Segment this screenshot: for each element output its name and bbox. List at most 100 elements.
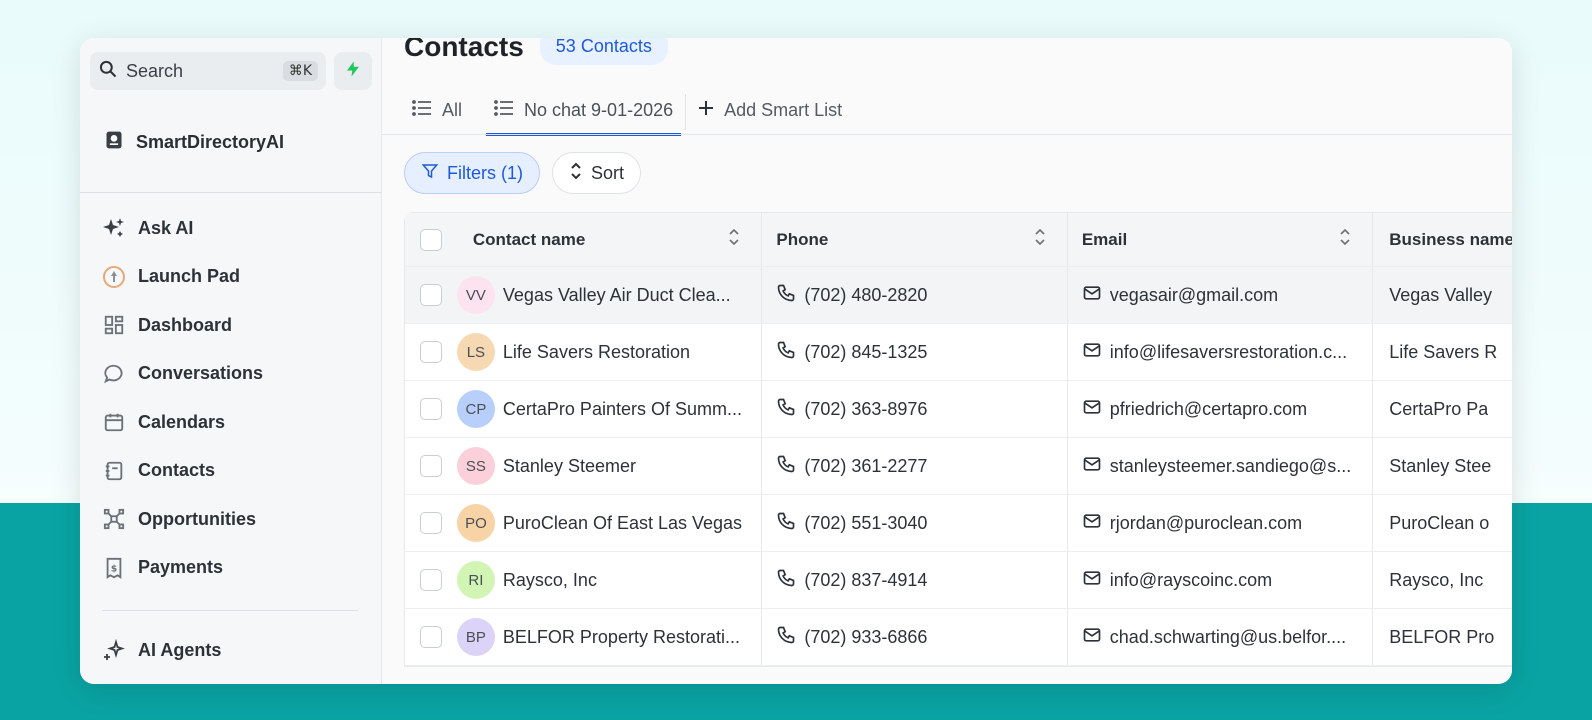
phone-number[interactable]: (702) 837-4914 [804,570,927,591]
sort-toggle-icon[interactable] [1035,228,1045,250]
column-header-business-name[interactable]: Business name [1373,213,1512,266]
phone-cell[interactable]: (702) 480-2820 [762,267,1068,323]
email-address[interactable]: vegasair@gmail.com [1110,285,1278,306]
table-header-row: Contact name Phone Email Business name [405,213,1512,267]
sidebar-item-ask-ai[interactable]: Ask AI [102,204,263,253]
rocket-icon [102,265,126,289]
sort-arrows-icon [569,162,583,185]
table-row[interactable]: SS Stanley Steemer (702) 361-2277 stanleyst… [405,438,1512,495]
sort-button[interactable]: Sort [552,152,642,194]
sidebar-item-conversations[interactable]: Conversations [102,350,263,399]
tab-no-chat[interactable]: No chat 9-01-2026 [486,88,682,136]
select-all-cell [405,213,457,266]
business-name: Stanley Stee [1389,455,1492,476]
email-cell[interactable]: info@lifesaversrestoration.c... [1068,324,1374,380]
phone-number[interactable]: (702) 361-2277 [804,456,927,477]
contact-name[interactable]: PuroClean Of East Las Vegas [503,513,742,534]
phone-number[interactable]: (702) 480-2820 [804,285,927,306]
phone-number[interactable]: (702) 363-8976 [804,399,927,420]
row-checkbox[interactable] [419,512,442,534]
tab-separator [685,94,687,130]
business-name: BELFOR Pro [1389,626,1495,647]
phone-icon [776,397,796,422]
phone-cell[interactable]: (702) 363-8976 [762,381,1068,437]
avatar: SS [456,447,495,485]
quick-action-button[interactable] [334,52,372,90]
email-address[interactable]: stanleysteemer.sandiego@s... [1110,456,1351,477]
sort-toggle-icon[interactable] [729,228,739,250]
email-cell[interactable]: stanleysteemer.sandiego@s... [1068,438,1374,494]
column-header-email[interactable]: Email [1068,213,1374,266]
contact-name-cell[interactable]: PO PuroClean Of East Las Vegas [456,495,763,551]
phone-number[interactable]: (702) 551-3040 [804,513,927,534]
lightning-bolt-icon [344,59,362,84]
email-address[interactable]: info@lifesaversrestoration.c... [1110,342,1347,363]
email-address[interactable]: chad.schwarting@us.belfor.... [1110,627,1346,648]
avatar: LS [456,333,495,371]
contact-name[interactable]: Stanley Steemer [503,456,636,477]
row-checkbox[interactable] [419,569,442,591]
select-all-checkbox[interactable] [419,228,442,251]
chat-bubble-icon [102,362,126,386]
phone-cell[interactable]: (702) 933-6866 [762,609,1068,665]
column-header-phone[interactable]: Phone [762,213,1068,266]
table-row[interactable]: RI Raysco, Inc (702) 837-4914 info@rayscoin… [405,552,1512,609]
contact-name-cell[interactable]: RI Raysco, Inc [456,552,763,608]
tab-label: No chat 9-01-2026 [524,100,674,120]
email-address[interactable]: rjordan@puroclean.com [1110,513,1302,534]
sidebar-item-dashboard[interactable]: Dashboard [102,301,263,350]
sort-toggle-icon[interactable] [1340,228,1350,250]
sidebar-item-ai-agents[interactable]: AI Agents [102,626,221,675]
sidebar-item-label: Calendars [138,411,226,432]
brand[interactable]: SmartDirectoryAI [104,130,284,155]
phone-number[interactable]: (702) 933-6866 [804,627,927,648]
phone-cell[interactable]: (702) 551-3040 [762,495,1068,551]
opportunities-icon [102,507,126,531]
email-cell[interactable]: vegasair@gmail.com [1068,267,1374,323]
row-checkbox[interactable] [419,626,442,648]
add-smart-list-button[interactable]: Add Smart List [690,88,850,136]
table-row[interactable]: CP CertaPro Painters Of Summ... (702) 363-… [405,381,1512,438]
filters-button[interactable]: Filters (1) [404,152,540,194]
email-cell[interactable]: chad.schwarting@us.belfor.... [1068,609,1374,665]
contacts-count-badge: 53 Contacts [539,38,668,65]
sidebar-item-launch-pad[interactable]: Launch Pad [102,253,263,302]
contact-name[interactable]: CertaPro Painters Of Summ... [503,399,742,420]
table-row[interactable]: BP BELFOR Property Restorati... (702) 933-… [405,609,1512,666]
search-input[interactable]: Search ⌘K [90,52,326,90]
email-address[interactable]: info@rayscoinc.com [1110,570,1272,591]
row-checkbox[interactable] [419,398,442,420]
contact-name-cell[interactable]: VV Vegas Valley Air Duct Clea... [456,267,763,323]
contact-name[interactable]: BELFOR Property Restorati... [503,627,740,648]
contact-name-cell[interactable]: BP BELFOR Property Restorati... [456,609,763,665]
phone-cell[interactable]: (702) 361-2277 [762,438,1068,494]
row-checkbox[interactable] [419,341,442,363]
row-checkbox[interactable] [419,284,442,306]
contact-name[interactable]: Raysco, Inc [503,570,597,591]
table-row[interactable]: VV Vegas Valley Air Duct Clea... (702) 480… [405,267,1512,324]
contact-name-cell[interactable]: LS Life Savers Restoration [456,324,763,380]
phone-cell[interactable]: (702) 845-1325 [762,324,1068,380]
sidebar-item-contacts[interactable]: Contacts [102,447,263,496]
table-row[interactable]: PO PuroClean Of East Las Vegas (702) 551-3… [405,495,1512,552]
contact-name[interactable]: Vegas Valley Air Duct Clea... [503,285,731,306]
email-cell[interactable]: pfriedrich@certapro.com [1068,381,1374,437]
sidebar-item-calendars[interactable]: Calendars [102,398,263,447]
sidebar-item-payments[interactable]: $ Payments [102,544,263,593]
tab-all[interactable]: All [404,88,470,136]
email-cell[interactable]: rjordan@puroclean.com [1068,495,1374,551]
sidebar-item-opportunities[interactable]: Opportunities [102,495,263,544]
sidebar: Search ⌘K SmartDirectoryAI Ask AI Launch… [80,38,382,684]
email-address[interactable]: pfriedrich@certapro.com [1110,399,1307,420]
contact-name-cell[interactable]: CP CertaPro Painters Of Summ... [456,381,763,437]
contact-name[interactable]: Life Savers Restoration [503,342,690,363]
email-cell[interactable]: info@rayscoinc.com [1068,552,1374,608]
contact-name-cell[interactable]: SS Stanley Steemer [456,438,763,494]
phone-cell[interactable]: (702) 837-4914 [762,552,1068,608]
mail-icon [1082,511,1102,536]
table-row[interactable]: LS Life Savers Restoration (702) 845-1325 i… [405,324,1512,381]
phone-number[interactable]: (702) 845-1325 [804,342,927,363]
business-name: CertaPro Pa [1389,398,1489,419]
row-checkbox[interactable] [419,455,442,477]
column-header-contact-name[interactable]: Contact name [457,213,763,266]
